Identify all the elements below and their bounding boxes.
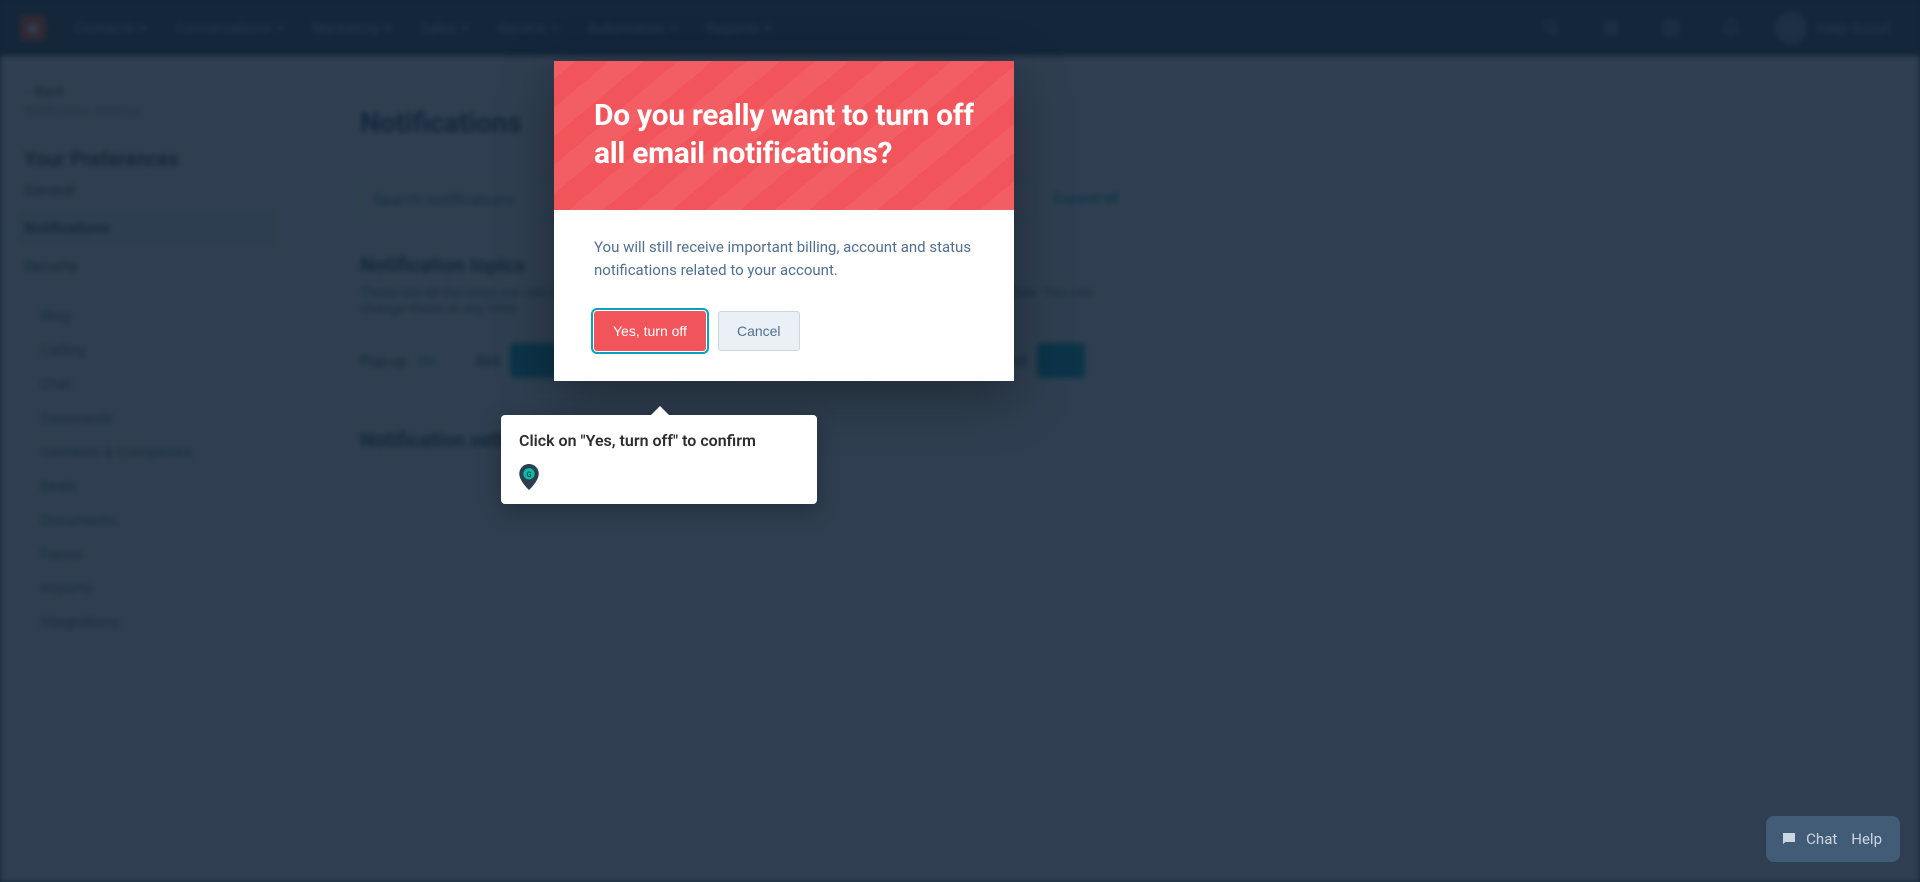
modal-footer: Yes, turn off Cancel [554, 293, 1014, 381]
help-label[interactable]: Help [1851, 830, 1882, 848]
guide-pin-icon: G [519, 464, 539, 490]
confirm-button[interactable]: Yes, turn off [594, 311, 706, 351]
svg-text:G: G [527, 470, 532, 479]
modal-body-text: You will still receive important billing… [594, 236, 974, 283]
chat-icon [1780, 830, 1798, 848]
modal-title: Do you really want to turn off all email… [594, 97, 974, 172]
confirm-modal: Do you really want to turn off all email… [554, 61, 1014, 381]
chat-button[interactable]: Chat [1780, 830, 1837, 848]
modal-header: Do you really want to turn off all email… [554, 61, 1014, 210]
tutorial-hint: Click on "Yes, turn off" to confirm G [501, 415, 817, 504]
hint-text: Click on "Yes, turn off" to confirm [519, 431, 799, 450]
chat-help-widget[interactable]: Chat Help [1766, 816, 1900, 862]
cancel-button[interactable]: Cancel [718, 311, 800, 351]
modal-body: You will still receive important billing… [554, 210, 1014, 293]
chat-label: Chat [1806, 830, 1837, 848]
